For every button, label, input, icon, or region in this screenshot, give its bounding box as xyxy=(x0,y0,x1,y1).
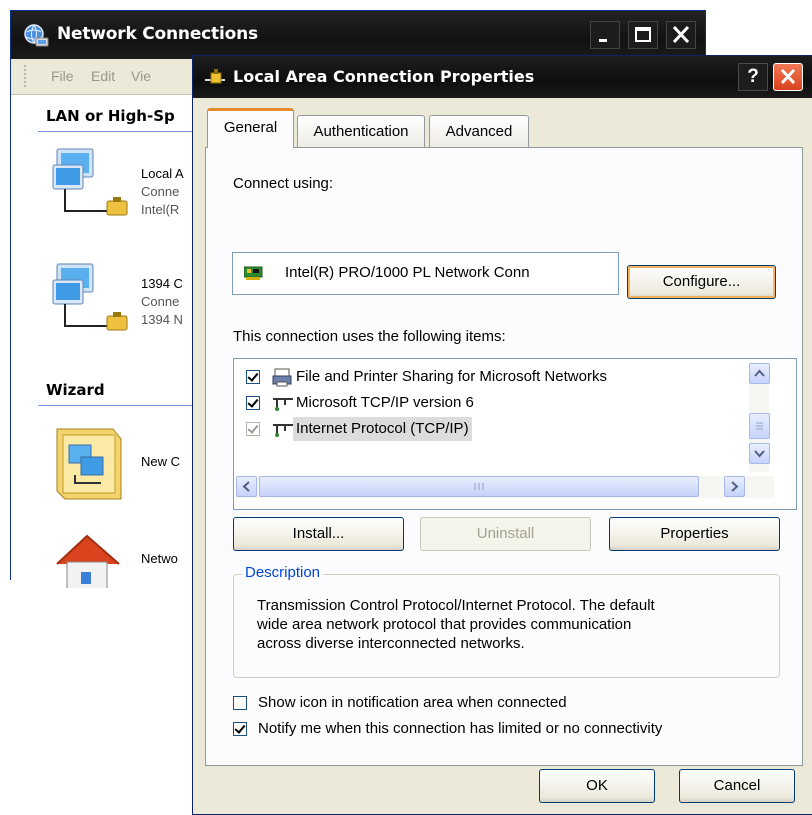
chevron-down-icon xyxy=(754,450,765,458)
connection-device: Intel(R xyxy=(141,202,180,217)
help-button[interactable]: ? xyxy=(738,63,768,91)
tab-advanced[interactable]: Advanced xyxy=(429,115,529,147)
close-icon xyxy=(672,25,690,44)
chevron-up-icon xyxy=(754,369,765,377)
scroll-up-button[interactable] xyxy=(749,363,770,384)
firewire-connection-icon[interactable] xyxy=(51,260,129,340)
printer-sharing-icon xyxy=(272,368,292,387)
home-network-wizard-icon[interactable] xyxy=(51,528,125,593)
ok-button[interactable]: OK xyxy=(539,769,655,803)
connection-status: Conne xyxy=(141,294,180,309)
description-line: Transmission Control Protocol/Internet P… xyxy=(257,597,655,614)
protocol-icon xyxy=(272,394,293,412)
network-card-icon xyxy=(243,266,266,285)
properties-button[interactable]: Properties xyxy=(609,517,780,551)
vertical-scrollbar[interactable] xyxy=(749,363,770,472)
dialog-title-bar[interactable]: Local Area Connection Properties ? xyxy=(193,56,812,98)
items-list[interactable]: File and Printer Sharing for Microsoft N… xyxy=(233,358,797,510)
items-label: This connection uses the following items… xyxy=(233,328,506,345)
close-icon xyxy=(780,68,796,85)
notify-checkbox[interactable] xyxy=(233,722,247,736)
show-icon-label: Show icon in notification area when conn… xyxy=(258,694,567,711)
adapter-display: Intel(R) PRO/1000 PL Network Conn xyxy=(232,252,619,295)
connection-device: 1394 N xyxy=(141,312,183,327)
group-header-lan: LAN or High-Sp xyxy=(46,107,175,125)
minimize-icon xyxy=(599,39,607,42)
chevron-left-icon xyxy=(242,481,250,492)
network-connections-title-bar[interactable]: Network Connections xyxy=(11,11,705,59)
notify-label: Notify me when this connection has limit… xyxy=(258,720,663,737)
group-divider xyxy=(38,131,218,132)
toolbar-grip[interactable] xyxy=(24,65,30,87)
maximize-button[interactable] xyxy=(628,21,658,49)
scroll-right-button[interactable] xyxy=(724,476,745,497)
item-checkbox[interactable] xyxy=(246,370,260,384)
menu-edit[interactable]: Edit xyxy=(91,68,115,84)
group-divider xyxy=(38,405,218,406)
lan-connection-icon[interactable] xyxy=(51,145,129,225)
minimize-button[interactable] xyxy=(590,21,620,49)
help-icon: ? xyxy=(747,66,759,87)
properties-dialog: Local Area Connection Properties ? Gener… xyxy=(192,55,812,815)
menu-file[interactable]: File xyxy=(51,68,74,84)
new-connection-wizard-icon[interactable] xyxy=(51,425,125,508)
lan-connection-details[interactable]: Local A Conne Intel(R xyxy=(141,165,184,219)
item-label: Microsoft TCP/IP version 6 xyxy=(296,394,474,411)
cancel-button[interactable]: Cancel xyxy=(679,769,795,803)
description-label: Description xyxy=(242,564,324,581)
description-line: wide area network protocol that provides… xyxy=(257,616,632,633)
item-checkbox[interactable] xyxy=(246,422,260,436)
general-tab-panel: Connect using: Intel(R) PRO/1000 PL Netw… xyxy=(205,147,803,766)
network-globe-icon xyxy=(22,23,50,54)
connect-using-label: Connect using: xyxy=(233,175,334,192)
dialog-close-button[interactable] xyxy=(773,63,803,91)
scroll-thumb[interactable] xyxy=(749,413,770,439)
firewire-connection-details[interactable]: 1394 C Conne 1394 N xyxy=(141,275,183,329)
item-checkbox[interactable] xyxy=(246,396,260,410)
scroll-thumb-horizontal[interactable] xyxy=(259,476,699,497)
connection-name: Local A xyxy=(141,166,184,181)
close-button[interactable] xyxy=(666,21,696,49)
adapter-name: Intel(R) PRO/1000 PL Network Conn xyxy=(285,264,530,281)
group-header-wizard: Wizard xyxy=(46,381,105,399)
description-text: Transmission Control Protocol/Internet P… xyxy=(257,596,767,653)
connection-name: 1394 C xyxy=(141,276,183,291)
install-button[interactable]: Install... xyxy=(233,517,404,551)
horizontal-scrollbar[interactable] xyxy=(236,476,774,498)
home-network-wizard-label[interactable]: Netwo xyxy=(141,550,178,568)
dialog-title: Local Area Connection Properties xyxy=(233,67,535,86)
item-label: Internet Protocol (TCP/IP) xyxy=(293,417,472,441)
menu-view[interactable]: Vie xyxy=(131,68,151,84)
new-connection-wizard-label[interactable]: New C xyxy=(141,453,180,471)
chevron-right-icon xyxy=(731,481,739,492)
network-connection-icon xyxy=(203,68,229,93)
scroll-down-button[interactable] xyxy=(749,443,770,464)
show-icon-checkbox[interactable] xyxy=(233,696,247,710)
network-connections-title: Network Connections xyxy=(57,24,258,44)
description-line: across diverse interconnected networks. xyxy=(257,635,525,652)
protocol-icon xyxy=(272,420,293,438)
tab-general[interactable]: General xyxy=(207,108,294,148)
scroll-left-button[interactable] xyxy=(236,476,257,497)
configure-button[interactable]: Configure... xyxy=(627,265,776,299)
uninstall-button[interactable]: Uninstall xyxy=(420,517,591,551)
connection-status: Conne xyxy=(141,184,180,199)
item-label: File and Printer Sharing for Microsoft N… xyxy=(296,368,607,385)
tab-authentication[interactable]: Authentication xyxy=(297,115,425,147)
